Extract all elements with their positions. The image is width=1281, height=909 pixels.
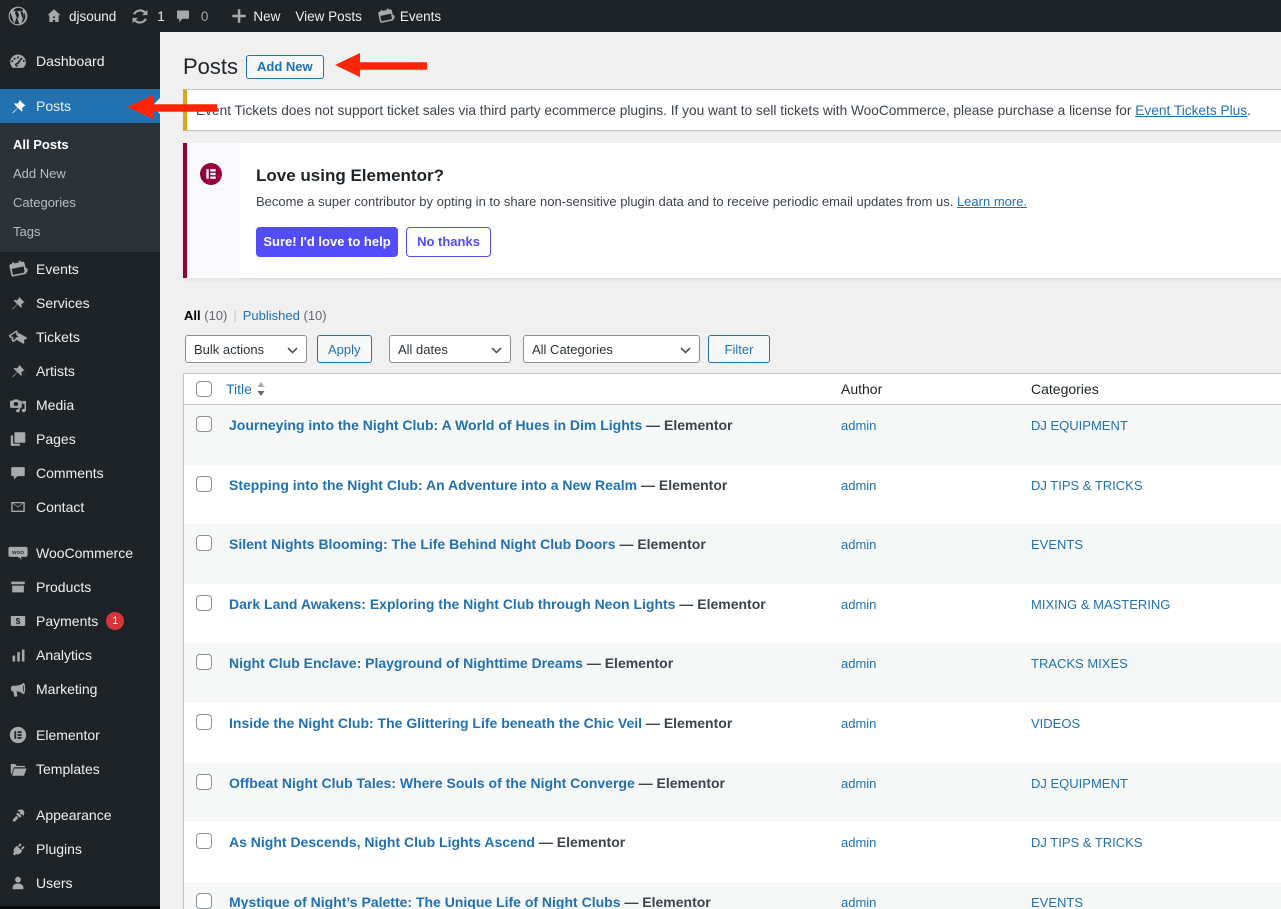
svg-text:WOO: WOO (12, 550, 24, 555)
svg-text:$: $ (16, 616, 21, 626)
